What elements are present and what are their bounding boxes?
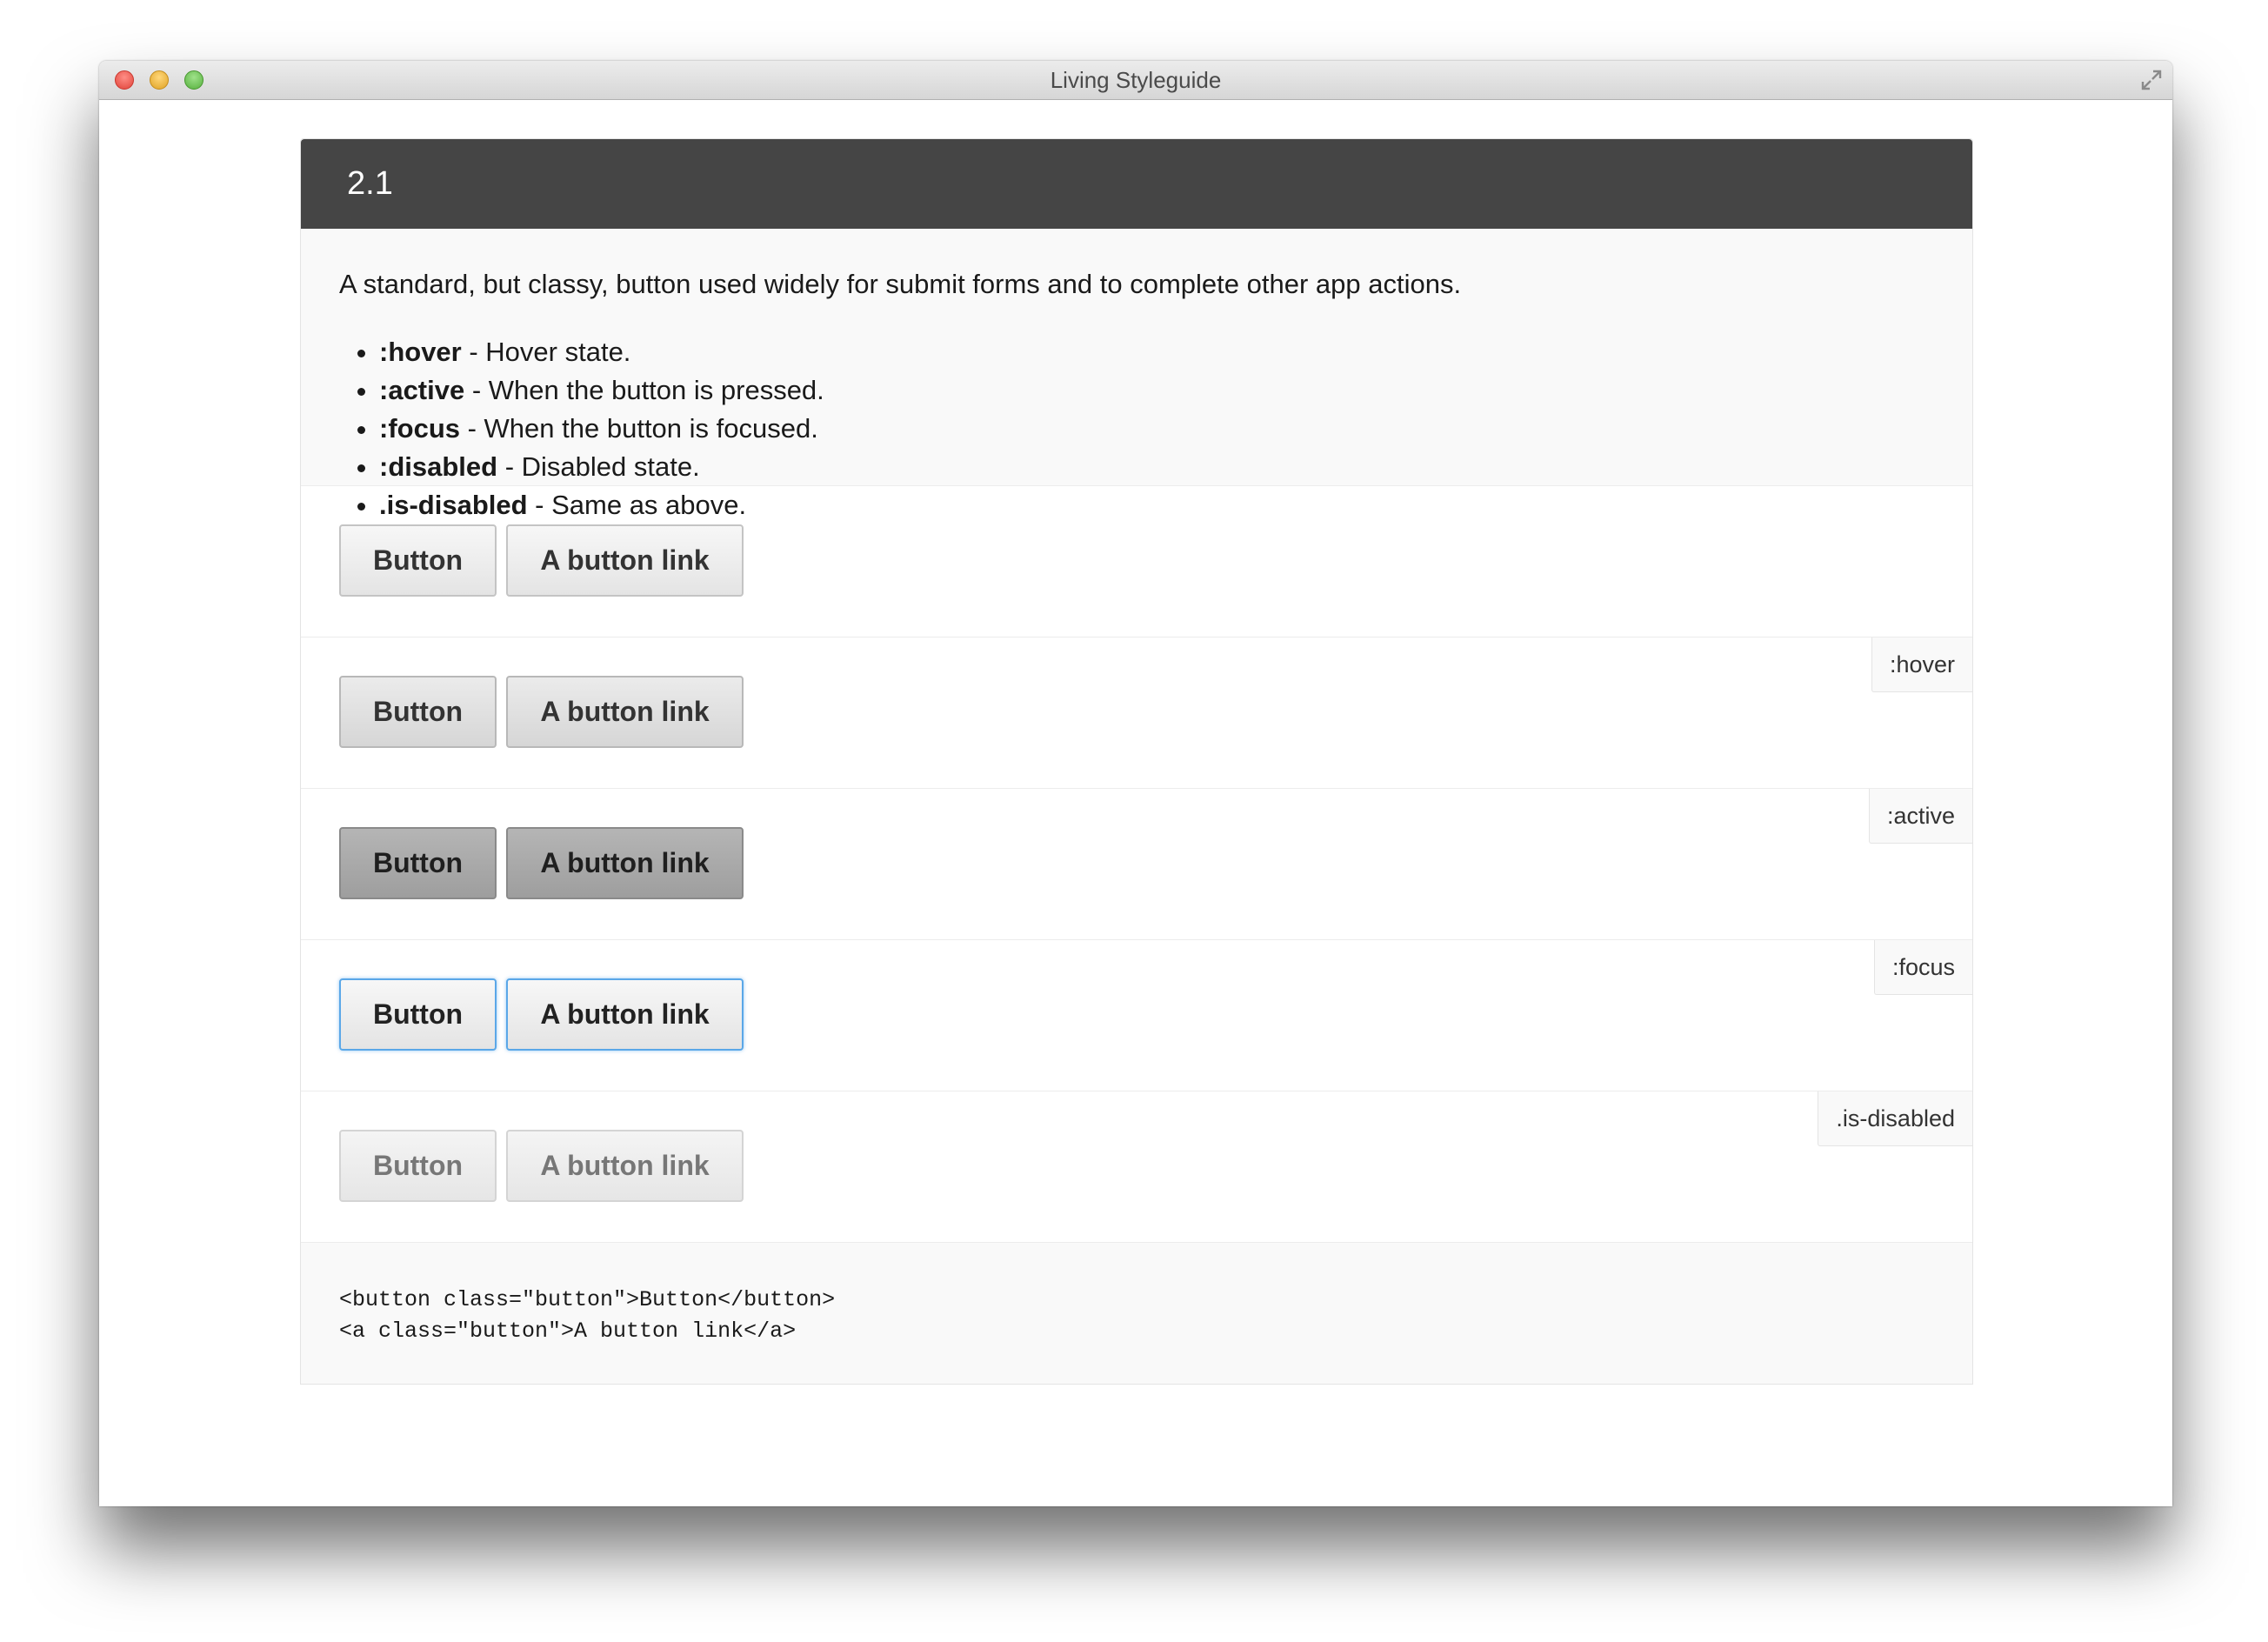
- window-title: Living Styleguide: [1050, 67, 1222, 93]
- modifier-text: - When the button is pressed.: [464, 375, 824, 405]
- modifier-item: :focus - When the button is focused.: [379, 410, 1934, 448]
- example-button-link[interactable]: A button link: [506, 524, 744, 597]
- section-number: 2.1: [301, 139, 1972, 229]
- modifier-item: :active - When the button is pressed.: [379, 371, 1934, 410]
- app-window: Living Styleguide 2.1 A standard, but cl…: [99, 61, 2172, 1506]
- modifier-name: :disabled: [379, 451, 498, 482]
- state-label-active: :active: [1868, 789, 1972, 844]
- section-description: A standard, but classy, button used wide…: [301, 229, 1972, 520]
- example-default: Button A button link: [301, 486, 1972, 637]
- modifier-name: :hover: [379, 337, 462, 367]
- example-button[interactable]: Button: [339, 827, 497, 899]
- description-text: A standard, but classy, button used wide…: [339, 269, 1462, 299]
- example-button-link[interactable]: A button link: [506, 978, 744, 1051]
- example-button[interactable]: Button: [339, 524, 497, 597]
- fullscreen-icon[interactable]: [2139, 68, 2164, 92]
- example-focus: :focus Button A button link: [301, 940, 1972, 1091]
- example-hover: :hover Button A button link: [301, 637, 1972, 789]
- example-button-link: A button link: [506, 1130, 744, 1202]
- example-button-link[interactable]: A button link: [506, 676, 744, 748]
- code-line: <a class="button">A button link</a>: [339, 1318, 797, 1344]
- state-label-hover: :hover: [1871, 637, 1972, 692]
- modifier-name: :active: [379, 375, 465, 405]
- state-label-focus: :focus: [1873, 940, 1972, 995]
- title-bar: Living Styleguide: [99, 61, 2172, 100]
- code-line: <button class="button">Button</button>: [339, 1287, 836, 1312]
- modifier-text: - Disabled state.: [497, 451, 700, 482]
- example-button: Button: [339, 1130, 497, 1202]
- modifier-text: - Hover state.: [461, 337, 631, 367]
- example-button[interactable]: Button: [339, 978, 497, 1051]
- modifier-item: :hover - Hover state.: [379, 333, 1934, 371]
- state-label-disabled: .is-disabled: [1818, 1091, 1972, 1146]
- modifier-text: - When the button is focused.: [460, 413, 818, 444]
- modifier-item: :disabled - Disabled state.: [379, 448, 1934, 486]
- example-disabled: .is-disabled Button A button link: [301, 1091, 1972, 1243]
- example-button[interactable]: Button: [339, 676, 497, 748]
- example-button-link[interactable]: A button link: [506, 827, 744, 899]
- modifier-name: :focus: [379, 413, 460, 444]
- example-active: :active Button A button link: [301, 789, 1972, 940]
- styleguide-section: 2.1 A standard, but classy, button used …: [300, 138, 1973, 1385]
- code-sample: <button class="button">Button</button> <…: [301, 1243, 1972, 1384]
